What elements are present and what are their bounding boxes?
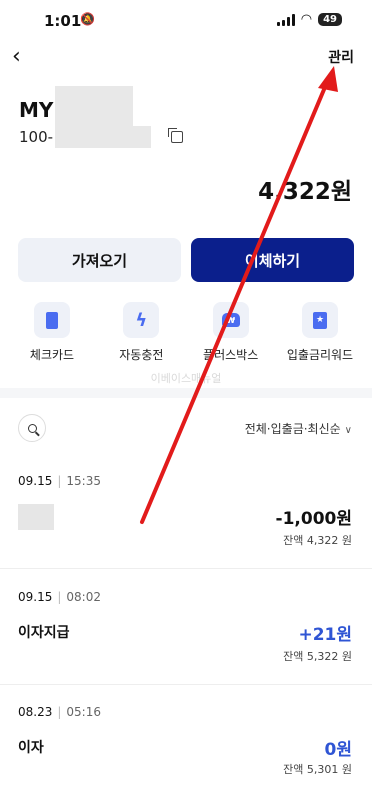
quick-item-label: 입출금리워드 (286, 348, 354, 362)
quick-item-check-card[interactable]: 체크카드 (8, 302, 96, 363)
transaction-time: 05:16 (66, 705, 101, 719)
transaction-amount: -1,000원 (275, 509, 352, 529)
transaction-desc: 이자지급 (18, 625, 70, 641)
search-icon (27, 423, 37, 433)
section-divider (0, 388, 372, 398)
transaction-balance: 잔액 5,322 원 (283, 650, 352, 663)
transaction-date: 09.15 (18, 590, 53, 604)
copy-icon[interactable] (168, 128, 184, 143)
card-icon (34, 302, 70, 338)
action-buttons: 가져오기 이체하기 (18, 238, 354, 282)
transaction-datetime: 08.23 | 05:16 (18, 705, 101, 719)
masked-account-number (55, 126, 152, 148)
divider (0, 568, 372, 569)
filter-dropdown[interactable]: 전체·입출금·최신순 ∨ (245, 420, 352, 437)
quick-item-label: 자동충전 (119, 348, 164, 362)
transaction-amount: 0원 (324, 740, 352, 760)
account-name-row: MY (19, 86, 134, 128)
quick-item-reward[interactable]: ★ 입출금리워드 (276, 302, 364, 363)
transaction-time: 08:02 (66, 590, 101, 604)
quick-item-plus-box[interactable]: ₩ 플러스박스 (187, 302, 275, 363)
transaction-datetime: 09.15 | 08:02 (18, 590, 101, 604)
transaction-balance: 잔액 5,301 원 (283, 763, 352, 776)
account-number: 100- (19, 128, 54, 146)
transaction-balance: 잔액 4,322 원 (283, 534, 352, 547)
quick-item-label: 플러스박스 (203, 348, 259, 362)
quick-item-auto-charge[interactable]: ϟ 자동충전 (97, 302, 185, 363)
chevron-down-icon: ∨ (344, 425, 352, 436)
account-name: MY (19, 98, 54, 122)
wifi-icon: ◠ (300, 12, 313, 27)
bell-off-icon: 🔕 (80, 12, 95, 26)
transaction-date: 09.15 (18, 474, 53, 488)
filter-label: 전체·입출금·최신순 (244, 422, 341, 436)
watermark: 이베이스매뉴얼 (150, 372, 222, 385)
bolt-icon: ϟ (123, 302, 160, 338)
reward-icon: ★ (301, 302, 338, 338)
filter-row: 전체·입출금·최신순 ∨ (18, 414, 354, 442)
back-icon[interactable]: ‹ (12, 44, 21, 69)
masked-account-name (55, 86, 134, 128)
battery-icon: 49 (318, 13, 342, 26)
transaction-desc: 이자 (18, 740, 44, 756)
transaction-amount: +21원 (298, 625, 352, 645)
transaction-date: 08.23 (18, 705, 53, 719)
manage-button[interactable]: 관리 (328, 47, 354, 67)
box-icon: ₩ (212, 302, 249, 338)
transaction-datetime: 09.15 | 15:35 (18, 474, 101, 488)
status-indicators: ◠ 49 (276, 12, 342, 27)
quick-menu: 체크카드 ϟ 자동충전 ₩ 플러스박스 ★ 입출금리워드 (8, 302, 364, 363)
account-balance: 4,322원 (258, 179, 352, 205)
account-number-row: 100- (19, 126, 184, 148)
status-time: 1:01 (44, 12, 82, 30)
status-bar: 1:01 🔕 ◠ 49 (0, 0, 372, 42)
search-button[interactable] (18, 414, 46, 442)
quick-item-label: 체크카드 (29, 348, 75, 362)
transfer-button[interactable]: 이체하기 (191, 238, 354, 282)
import-button[interactable]: 가져오기 (18, 238, 181, 282)
transaction-time: 15:35 (66, 474, 101, 488)
nav-bar: ‹ 관리 (0, 42, 372, 74)
masked-transaction-desc (18, 504, 54, 530)
divider (0, 684, 372, 685)
signal-icon (276, 13, 295, 26)
